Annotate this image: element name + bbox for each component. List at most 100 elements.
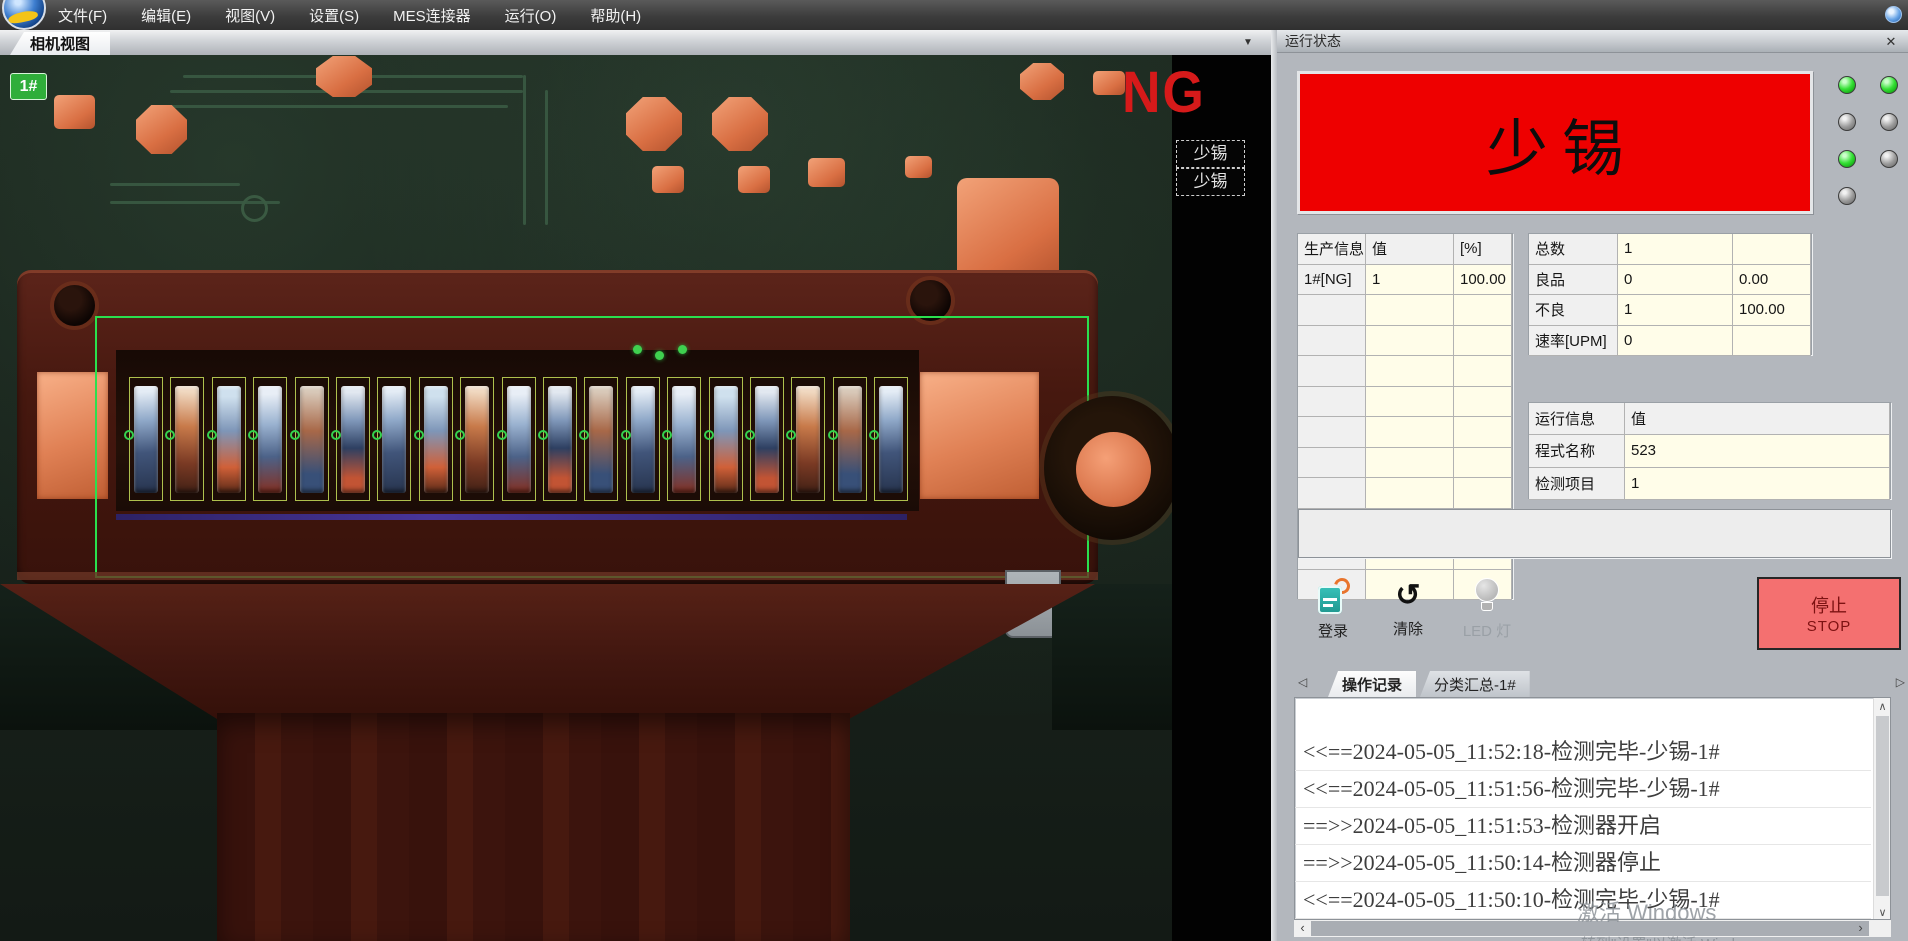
scroll-up-icon[interactable]: ∧ (1874, 700, 1891, 713)
table-cell (1733, 234, 1811, 265)
alarm-banner: 少锡 (1297, 71, 1813, 214)
led-indicator (1838, 187, 1856, 205)
status-panel-titlebar: 运行状态 ✕ (1277, 30, 1908, 53)
close-icon[interactable]: ✕ (1882, 33, 1900, 51)
io-led-grid (1838, 76, 1900, 266)
tab-class-summary[interactable]: 分类汇总-1# (1420, 671, 1530, 697)
table-cell: 0 (1618, 326, 1733, 357)
log-entry: <<==2024-05-05_11:51:56-检测完毕-少锡-1# (1295, 771, 1871, 808)
app-window: 文件(F) 编辑(E) 视图(V) 设置(S) MES连接器 运行(O) 帮助(… (0, 0, 1908, 941)
log-vertical-scrollbar[interactable]: ∧ ∨ (1873, 698, 1890, 920)
log-entry: ==>>2024-05-05_11:51:53-检测器开启 (1295, 808, 1871, 845)
menu-help[interactable]: 帮助(H) (590, 5, 641, 26)
chevron-down-icon[interactable]: ▼ (1239, 35, 1257, 51)
table-cell: 100.00 (1454, 265, 1512, 296)
led-indicator (1880, 113, 1898, 131)
tab-camera-view[interactable]: 相机视图 (10, 32, 110, 55)
menu-view[interactable]: 视图(V) (225, 5, 275, 26)
table-cell (1733, 326, 1811, 357)
lightbulb-icon (1474, 578, 1500, 616)
led-indicator (1880, 150, 1898, 168)
tab-scroll-right-icon[interactable]: ▷ (1896, 675, 1905, 689)
table-header-cell: 值 (1625, 403, 1890, 435)
table-cell (1298, 295, 1366, 326)
table-cell: 良品 (1529, 265, 1618, 296)
table-header-cell: 生产信息 (1298, 234, 1366, 265)
menu-run[interactable]: 运行(O) (505, 5, 557, 26)
table-cell: 总数 (1529, 234, 1618, 265)
led-indicator (1838, 113, 1856, 131)
table-cell (1366, 417, 1454, 448)
defect-label: 少锡 (1176, 168, 1245, 196)
table-cell (1366, 387, 1454, 418)
led-light-button[interactable]: LED 灯 (1455, 578, 1519, 641)
table-cell: 检测项目 (1529, 468, 1625, 500)
table-cell: 速率[UPM] (1529, 326, 1618, 357)
table-cell (1298, 387, 1366, 418)
menu-settings[interactable]: 设置(S) (309, 5, 359, 26)
table-cell (1366, 356, 1454, 387)
menu-bar: 文件(F) 编辑(E) 视图(V) 设置(S) MES连接器 运行(O) 帮助(… (0, 0, 1908, 30)
log-entry: <<==2024-05-05_11:50:10-检测完毕-少锡-1# (1295, 882, 1871, 919)
flex-cable (217, 713, 850, 941)
menu-mes-connector[interactable]: MES连接器 (393, 5, 471, 26)
camera-image-pane: 1# NG 少锡 少锡 (0, 55, 1271, 941)
table-cell: 不良 (1529, 295, 1618, 326)
table-cell: 1 (1618, 295, 1733, 326)
table-cell (1298, 326, 1366, 357)
tray-status-icon (1885, 6, 1902, 23)
table-header-cell: 运行信息 (1529, 403, 1625, 435)
log-entry: ==>>2024-05-05_11:50:14-检测器停止 (1295, 845, 1871, 882)
table-cell: 1#[NG] (1298, 265, 1366, 296)
log-horizontal-scrollbar[interactable]: ‹ › (1294, 920, 1891, 937)
led-indicator (1838, 150, 1856, 168)
status-panel: 少锡 生产信息值[%]1#[NG]1100.00 总数1良品00.00不良110… (1277, 53, 1908, 941)
scroll-right-icon[interactable]: › (1852, 920, 1869, 937)
message-box (1298, 509, 1891, 558)
defect-label: 少锡 (1176, 140, 1245, 168)
pane-splitter[interactable] (1271, 30, 1277, 941)
table-cell: 0.00 (1733, 265, 1811, 296)
table-cell (1454, 478, 1512, 509)
table-header-cell: 值 (1366, 234, 1454, 265)
table-cell (1298, 356, 1366, 387)
led-indicator (1880, 76, 1898, 94)
pcb-image (0, 55, 1172, 941)
table-cell (1366, 326, 1454, 357)
operation-log: <<==2024-05-05_11:52:18-检测完毕-少锡-1# <<==2… (1294, 697, 1891, 920)
table-cell: 0 (1618, 265, 1733, 296)
menu-file[interactable]: 文件(F) (58, 5, 107, 26)
clear-button[interactable]: ↺ 清除 (1380, 578, 1436, 639)
table-cell (1298, 478, 1366, 509)
tab-operation-log[interactable]: 操作记录 (1328, 671, 1416, 697)
table-cell (1298, 417, 1366, 448)
table-cell (1366, 448, 1454, 479)
table-cell (1454, 326, 1512, 357)
scrollbar-thumb[interactable] (1311, 921, 1869, 936)
table-cell (1454, 417, 1512, 448)
roi-rectangle (95, 316, 1089, 578)
view-tab-bar: 相机视图 ▼ (0, 30, 1271, 55)
table-cell (1454, 448, 1512, 479)
table-cell (1298, 448, 1366, 479)
stop-button[interactable]: 停止 STOP (1757, 577, 1901, 650)
table-cell: 1 (1618, 234, 1733, 265)
station-badge: 1# (10, 73, 47, 100)
scrollbar-thumb[interactable] (1876, 716, 1889, 896)
menu-edit[interactable]: 编辑(E) (141, 5, 191, 26)
badge-icon (1316, 578, 1350, 616)
solder-flux-line (116, 514, 907, 520)
table-cell: 程式名称 (1529, 435, 1625, 467)
table-cell (1454, 295, 1512, 326)
scroll-left-icon[interactable]: ‹ (1294, 920, 1311, 937)
refresh-icon: ↺ (1380, 578, 1436, 614)
run-info-table: 运行信息值程式名称523检测项目1 (1528, 402, 1891, 499)
table-cell: 1 (1366, 265, 1454, 296)
led-indicator (1838, 76, 1856, 94)
log-tab-strip: ◁ 操作记录 分类汇总-1# ▷ (1294, 669, 1891, 697)
login-button[interactable]: 登录 (1305, 578, 1361, 641)
tab-scroll-left-icon[interactable]: ◁ (1298, 675, 1307, 689)
table-cell (1366, 295, 1454, 326)
inspection-result-text: NG (1122, 59, 1206, 126)
scroll-down-icon[interactable]: ∨ (1874, 906, 1891, 919)
